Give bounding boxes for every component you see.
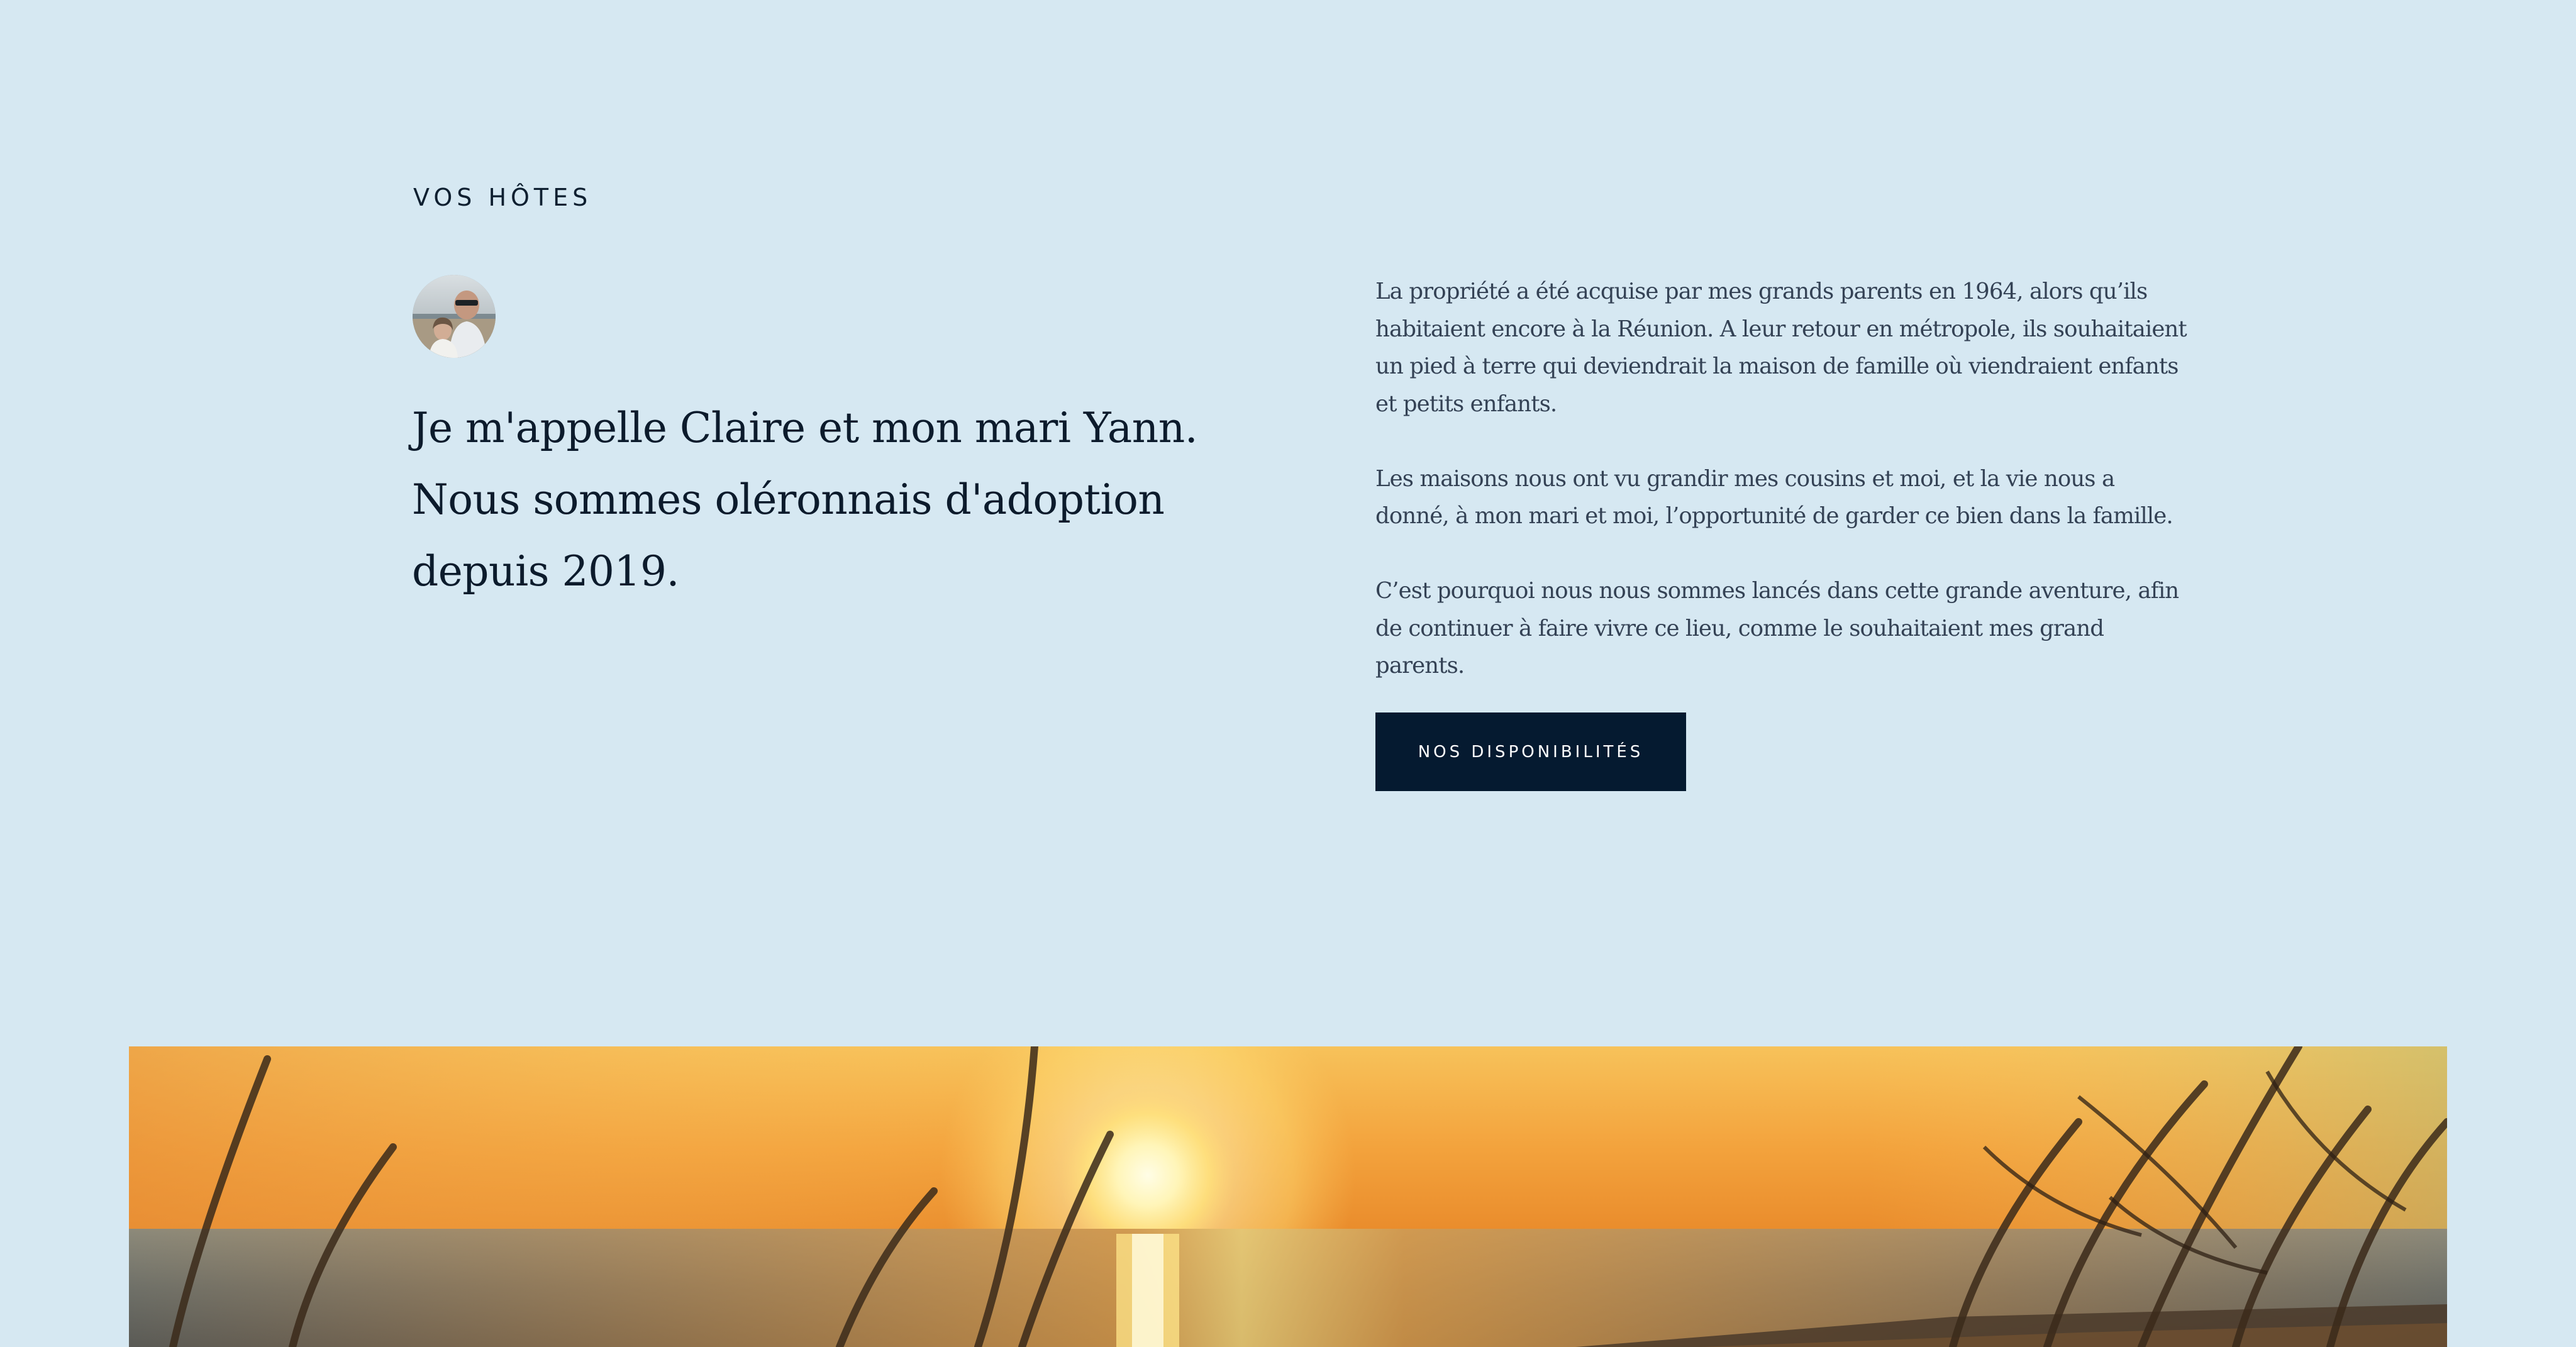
availability-button[interactable]: NOS DISPONIBILITÉS — [1375, 712, 1686, 791]
host-avatar — [413, 275, 496, 358]
story-paragraph-1: La propriété a été acquise par mes grand… — [1375, 279, 2187, 417]
story-paragraph-2: Les maisons nous ont vu grandir mes cous… — [1375, 465, 2174, 529]
hero-sunset-image — [129, 1046, 2447, 1347]
hosts-headline: Je m'appelle Claire et mon mari Yann. No… — [412, 404, 1198, 596]
hosts-section: VOS HÔTES Je m'appelle Claire et mon mar… — [0, 0, 2576, 1046]
hosts-story: La propriété a été acquise par mes grand… — [1375, 273, 2187, 722]
sunset-beach-picture — [129, 1046, 2447, 1347]
section-eyebrow: VOS HÔTES — [413, 184, 592, 211]
host-photo-icon — [413, 275, 496, 358]
story-paragraph-3: C’est pourquoi nous nous sommes lancés d… — [1375, 578, 2179, 679]
